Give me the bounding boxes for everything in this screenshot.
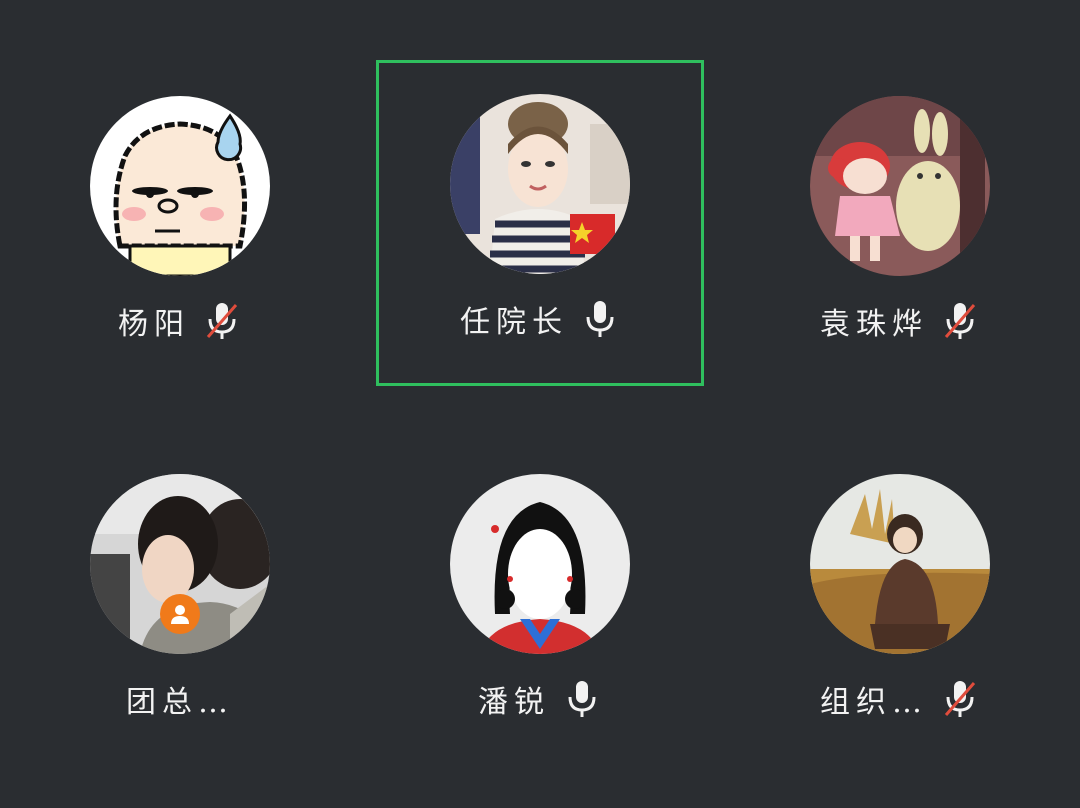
participant-name: 团总… (126, 685, 234, 720)
participant-tile[interactable]: 杨阳 (16, 62, 344, 388)
illustrated-girl-avatar (450, 94, 630, 274)
cartoon-sheep-avatar (90, 96, 270, 276)
girl-hugging-bunny-avatar (810, 96, 990, 276)
mic-on-icon (568, 681, 596, 717)
avatar (450, 474, 630, 654)
participant-name: 任院长 (460, 305, 568, 340)
meeting-participant-grid: 杨阳 任院长 袁珠烨 团总… 潘锐 组织… (0, 0, 1080, 808)
mic-on-icon (586, 301, 614, 337)
participant-tile[interactable]: 组织… (736, 440, 1064, 766)
avatar (90, 96, 270, 276)
avatar (450, 94, 630, 274)
participant-name: 组织… (820, 685, 928, 720)
name-row: 组织… (736, 674, 1064, 724)
name-row: 团总… (16, 674, 344, 724)
boy-in-field-avatar (810, 474, 990, 654)
mic-muted-icon (944, 303, 976, 339)
girl-braids-avatar (450, 474, 630, 654)
avatar (810, 96, 990, 276)
participant-tile[interactable]: 袁珠烨 (736, 62, 1064, 388)
mic-muted-icon (944, 681, 976, 717)
participant-name: 潘锐 (478, 685, 550, 720)
participant-name: 杨阳 (118, 307, 190, 342)
participant-tile[interactable]: 团总… (16, 440, 344, 766)
person-badge-icon (160, 594, 200, 634)
name-row: 任院长 (379, 294, 701, 344)
name-row: 袁珠烨 (736, 296, 1064, 346)
mic-muted-icon (206, 303, 238, 339)
name-row: 潘锐 (376, 674, 704, 724)
name-row: 杨阳 (16, 296, 344, 346)
participant-name: 袁珠烨 (820, 307, 928, 342)
participant-tile-active[interactable]: 任院长 (376, 60, 704, 386)
avatar (810, 474, 990, 654)
participant-tile[interactable]: 潘锐 (376, 440, 704, 766)
